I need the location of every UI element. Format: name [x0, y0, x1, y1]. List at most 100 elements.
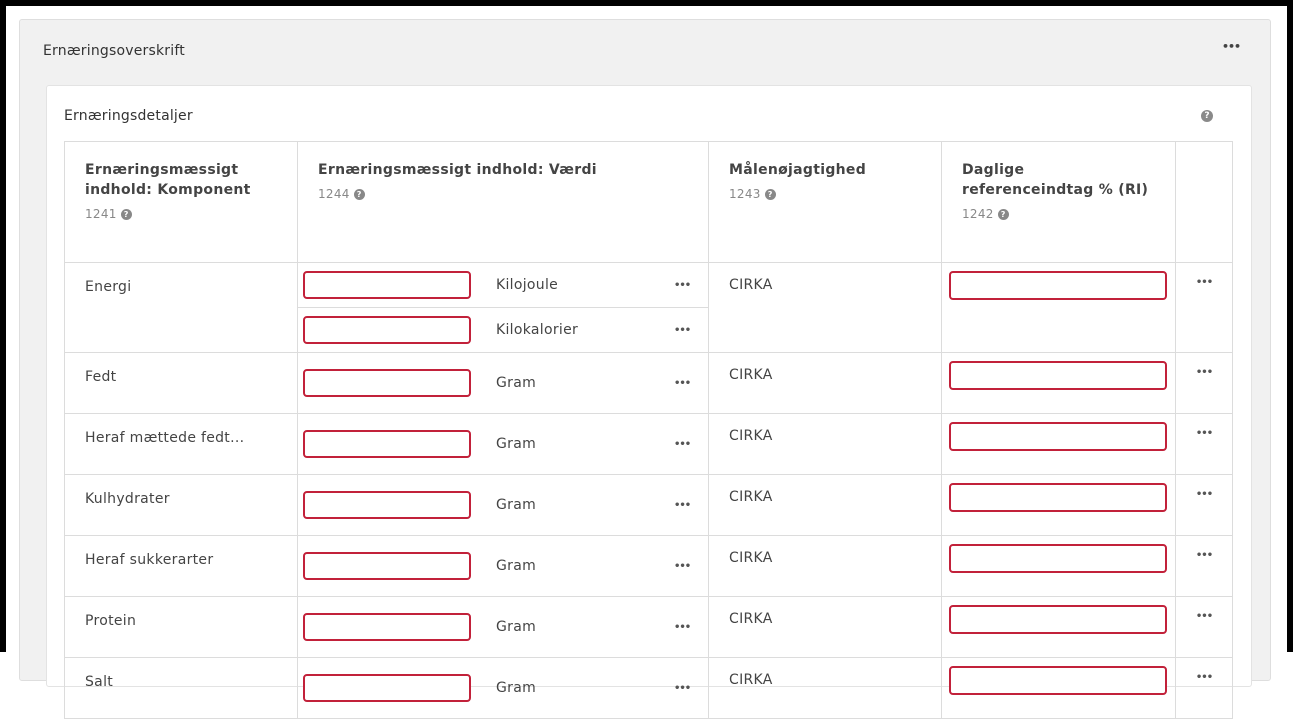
value-input[interactable]: [303, 430, 471, 458]
value-cell: Gram •••: [297, 474, 709, 536]
value-line: Gram •••: [298, 483, 708, 527]
header-label: Ernæringsmæssigt indhold: Værdi: [318, 162, 597, 178]
ri-input[interactable]: [949, 605, 1167, 634]
component-cell: Energi: [64, 262, 298, 353]
value-input[interactable]: [303, 491, 471, 519]
more-icon[interactable]: •••: [674, 378, 691, 389]
ri-cell: [941, 596, 1176, 658]
precision-cell[interactable]: CIRKA: [708, 413, 942, 475]
precision-cell[interactable]: CIRKA: [708, 352, 942, 414]
nutrition-table: Ernæringsmæssigt indhold: Komponent 1241…: [64, 141, 1233, 719]
table-row: Kulhydrater Gram ••• CIRKA •••: [64, 474, 1233, 536]
header-precision: Målenøjagtighed 1243?: [708, 141, 942, 263]
ri-input[interactable]: [949, 666, 1167, 695]
more-icon[interactable]: •••: [1175, 413, 1233, 475]
precision-cell[interactable]: CIRKA: [708, 535, 942, 597]
value-line: Gram •••: [298, 361, 708, 405]
precision-cell[interactable]: CIRKA: [708, 262, 942, 353]
value-cell: Gram •••: [297, 352, 709, 414]
table-row: Salt Gram ••• CIRKA •••: [64, 657, 1233, 719]
ri-cell: [941, 657, 1176, 719]
header-code: 1243: [729, 187, 761, 201]
header-code: 1242: [962, 207, 994, 221]
value-cell: Kilojoule ••• Kilokalorier •••: [297, 262, 709, 353]
value-input[interactable]: [303, 674, 471, 702]
precision-cell[interactable]: CIRKA: [708, 596, 942, 658]
header-label: Daglige referenceindtag % (RI): [962, 162, 1149, 198]
table-row: Heraf mættede fedt... Gram ••• CIRKA •••: [64, 413, 1233, 475]
ri-input[interactable]: [949, 361, 1167, 390]
ri-input[interactable]: [949, 544, 1167, 573]
precision-cell[interactable]: CIRKA: [708, 657, 942, 719]
value-cell: Gram •••: [297, 657, 709, 719]
value-input[interactable]: [303, 613, 471, 641]
more-icon[interactable]: •••: [1175, 262, 1233, 353]
question-circle-icon[interactable]: ?: [764, 188, 776, 200]
value-line: Kilojoule •••: [298, 263, 708, 307]
value-line: Gram •••: [298, 666, 708, 710]
unit-label: Gram: [496, 680, 537, 696]
header-code: 1241: [85, 207, 117, 221]
ri-cell: [941, 474, 1176, 536]
unit-label: Gram: [496, 436, 537, 452]
value-line: Kilokalorier •••: [298, 307, 708, 352]
component-cell: Kulhydrater: [64, 474, 298, 536]
header-code: 1244: [318, 187, 350, 201]
more-icon[interactable]: •••: [674, 500, 691, 511]
ri-cell: [941, 262, 1176, 353]
more-icon[interactable]: •••: [1222, 40, 1241, 53]
component-cell: Salt: [64, 657, 298, 719]
header-label: Målenøjagtighed: [729, 162, 867, 178]
ri-input[interactable]: [949, 271, 1167, 300]
value-line: Gram •••: [298, 422, 708, 466]
unit-label: Kilojoule: [496, 277, 559, 293]
value-input[interactable]: [303, 316, 471, 344]
question-circle-icon[interactable]: ?: [1201, 110, 1213, 122]
value-input[interactable]: [303, 271, 471, 299]
more-icon[interactable]: •••: [674, 439, 691, 450]
component-cell: Protein: [64, 596, 298, 658]
more-icon[interactable]: •••: [1175, 352, 1233, 414]
question-circle-icon[interactable]: ?: [997, 208, 1009, 220]
table-row: Protein Gram ••• CIRKA •••: [64, 596, 1233, 658]
value-cell: Gram •••: [297, 535, 709, 597]
unit-label: Gram: [496, 375, 537, 391]
ri-cell: [941, 352, 1176, 414]
ri-input[interactable]: [949, 422, 1167, 451]
more-icon[interactable]: •••: [674, 325, 691, 336]
header-ri: Daglige referenceindtag % (RI) 1242?: [941, 141, 1176, 263]
more-icon[interactable]: •••: [674, 683, 691, 694]
value-cell: Gram •••: [297, 413, 709, 475]
header-value: Ernæringsmæssigt indhold: Værdi 1244?: [297, 141, 709, 263]
more-icon[interactable]: •••: [674, 622, 691, 633]
header-label: Ernæringsmæssigt indhold: Komponent: [85, 162, 251, 198]
more-icon[interactable]: •••: [674, 561, 691, 572]
more-icon[interactable]: •••: [1175, 596, 1233, 658]
unit-label: Gram: [496, 558, 537, 574]
unit-label: Kilokalorier: [496, 322, 579, 338]
table-row: Fedt Gram ••• CIRKA •••: [64, 352, 1233, 414]
unit-label: Gram: [496, 619, 537, 635]
more-icon[interactable]: •••: [674, 280, 691, 291]
precision-cell[interactable]: CIRKA: [708, 474, 942, 536]
header-component: Ernæringsmæssigt indhold: Komponent 1241…: [64, 141, 298, 263]
section-title: Ernæringsoverskrift: [43, 43, 185, 59]
more-icon[interactable]: •••: [1175, 657, 1233, 719]
table-row: Heraf sukkerarter Gram ••• CIRKA •••: [64, 535, 1233, 597]
component-cell: Heraf mættede fedt...: [64, 413, 298, 475]
ri-input[interactable]: [949, 483, 1167, 512]
question-circle-icon[interactable]: ?: [120, 208, 132, 220]
component-cell: Heraf sukkerarter: [64, 535, 298, 597]
value-cell: Gram •••: [297, 596, 709, 658]
more-icon[interactable]: •••: [1175, 474, 1233, 536]
table-row: Energi Kilojoule ••• Kilokalorier ••• CIRKA ••…: [64, 262, 1233, 353]
value-line: Gram •••: [298, 605, 708, 649]
value-input[interactable]: [303, 552, 471, 580]
ri-cell: [941, 413, 1176, 475]
unit-label: Gram: [496, 497, 537, 513]
value-input[interactable]: [303, 369, 471, 397]
more-icon[interactable]: •••: [1175, 535, 1233, 597]
value-line: Gram •••: [298, 544, 708, 588]
details-title: Ernæringsdetaljer: [64, 108, 193, 124]
question-circle-icon[interactable]: ?: [353, 188, 365, 200]
